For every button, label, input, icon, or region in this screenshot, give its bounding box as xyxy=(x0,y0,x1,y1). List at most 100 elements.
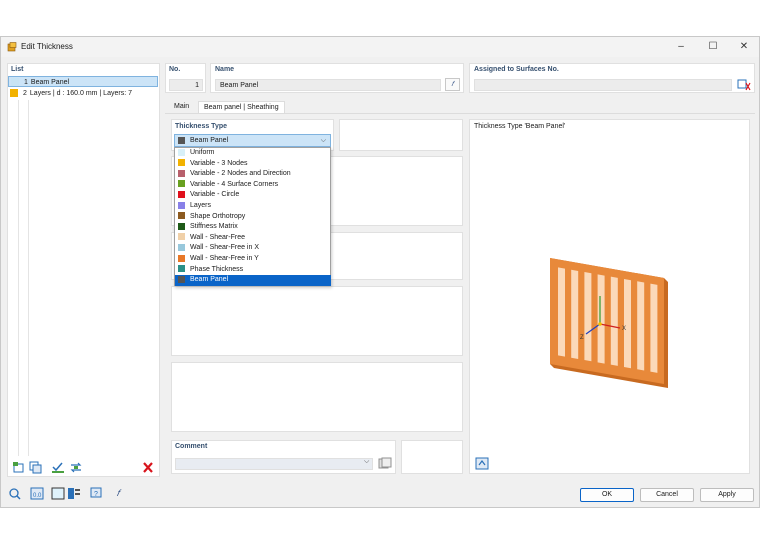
formula-edit-icon[interactable]: 𝑓 xyxy=(445,78,460,91)
panel-gap xyxy=(584,272,592,362)
tab-beam-panel-sheathing[interactable]: Beam panel | Sheathing xyxy=(198,101,285,113)
edit-thickness-dialog: Edit Thickness – ☐ ✕ List 1 Beam Panel 2 La… xyxy=(0,36,760,508)
panel-frame xyxy=(550,258,664,384)
list-item-number: 2 xyxy=(23,90,27,97)
dropdown-option[interactable]: Uniform xyxy=(175,148,331,159)
dropdown-option-swatch xyxy=(178,169,185,177)
number-field[interactable]: 1 xyxy=(169,79,203,91)
panel-gap xyxy=(624,278,631,369)
panel-gap xyxy=(571,269,579,359)
panel-gap xyxy=(597,274,605,364)
cancel-button[interactable]: Cancel xyxy=(640,488,694,502)
help-icon[interactable]: ? xyxy=(89,487,103,500)
preview-panel: Thickness Type 'Beam Panel' XZ xyxy=(469,119,750,474)
list-heading: List xyxy=(11,66,24,73)
list-item-color-swatch xyxy=(11,78,19,87)
tab-bar: Main Beam panel | Sheathing xyxy=(165,101,465,113)
axis-x-label: X xyxy=(622,326,626,332)
window-title: Edit Thickness xyxy=(21,42,73,51)
dropdown-option[interactable]: Variable - 3 Nodes xyxy=(175,159,331,170)
dropdown-option-label: Layers xyxy=(190,202,212,209)
view-rotate-icon[interactable] xyxy=(475,457,489,470)
origin-point xyxy=(598,322,602,326)
dropdown-option[interactable]: Phase Thickness xyxy=(175,265,331,276)
dropdown-option[interactable]: Beam Panel xyxy=(175,275,331,286)
dropdown-option-swatch xyxy=(178,222,185,230)
comment-library-icon[interactable] xyxy=(378,457,392,470)
comment-field[interactable] xyxy=(175,458,373,470)
dropdown-option-swatch xyxy=(178,148,185,156)
list-item-label: Beam Panel xyxy=(30,79,70,86)
assigned-panel: Assigned to Surfaces No. xyxy=(469,63,755,93)
dropdown-option-label: Variable - 2 Nodes and Direction xyxy=(190,170,291,178)
assigned-surfaces-field[interactable] xyxy=(474,79,732,91)
apply-button[interactable]: Apply xyxy=(700,488,754,502)
list-item-label: Layers | d : 160.0 mm | Layers: 7 xyxy=(29,90,132,97)
axis-z-label: Z xyxy=(580,335,584,341)
dropdown-option[interactable]: Variable - 2 Nodes and Direction xyxy=(175,169,331,180)
dropdown-option[interactable]: Variable - 4 Surface Corners xyxy=(175,180,331,191)
dropdown-option[interactable]: Wall - Shear-Free xyxy=(175,233,331,244)
list-divider xyxy=(18,100,19,456)
thickness-type-swatch xyxy=(178,136,185,144)
name-field[interactable]: Beam Panel xyxy=(215,79,441,91)
dropdown-option-label: Beam Panel xyxy=(190,276,229,284)
dropdown-option-label: Variable - 3 Nodes xyxy=(190,159,248,167)
list-item-color-swatch xyxy=(10,89,18,98)
assigned-label: Assigned to Surfaces No. xyxy=(474,66,559,73)
dropdown-option-swatch xyxy=(178,201,185,209)
list-divider xyxy=(28,100,29,456)
info-panel xyxy=(171,362,463,432)
dropdown-option-label: Shape Orthotropy xyxy=(190,212,246,220)
preview-caption: Thickness Type 'Beam Panel' xyxy=(474,123,566,130)
comment-chevron-down-icon[interactable]: ⌵ xyxy=(364,458,369,466)
copy-item-icon[interactable] xyxy=(29,461,43,474)
thickness-type-value: Beam Panel xyxy=(190,137,229,144)
name-panel: Name Beam Panel 𝑓 xyxy=(210,63,464,93)
dropdown-option-swatch xyxy=(178,254,185,262)
thickness-type-select[interactable]: Beam Panel ⌵ xyxy=(174,134,331,147)
display-properties-icon[interactable] xyxy=(67,487,81,500)
minimize-button[interactable]: – xyxy=(673,40,689,54)
settings-panel xyxy=(171,286,463,356)
panel-gap xyxy=(637,281,645,371)
tab-underline xyxy=(165,113,755,114)
dropdown-option[interactable]: Wall - Shear-Free in Y xyxy=(175,254,331,265)
check-all-icon[interactable] xyxy=(51,461,65,474)
dropdown-option[interactable]: Variable - Circle xyxy=(175,190,331,201)
list-item[interactable]: 1 Beam Panel xyxy=(8,76,158,87)
renumber-icon[interactable] xyxy=(69,461,83,474)
name-label: Name xyxy=(215,66,235,73)
beam-panel-3d-view: XZ xyxy=(550,258,668,388)
dropdown-option-label: Phase Thickness xyxy=(190,265,244,273)
tab-main[interactable]: Main xyxy=(169,101,194,113)
comment-side-panel xyxy=(401,440,463,474)
title-bar: Edit Thickness – ☐ ✕ xyxy=(1,37,759,57)
dropdown-option-swatch xyxy=(178,244,185,252)
formula-icon[interactable]: 𝑓 xyxy=(111,487,125,500)
dropdown-option[interactable]: Stiffness Matrix xyxy=(175,222,331,233)
ok-button[interactable]: OK xyxy=(580,488,634,502)
dropdown-option-swatch xyxy=(178,212,185,220)
dropdown-option-swatch xyxy=(178,265,185,273)
thickness-app-icon xyxy=(7,42,17,52)
color-box-icon[interactable] xyxy=(51,487,65,500)
select-surfaces-icon[interactable] xyxy=(737,78,751,91)
delete-icon[interactable] xyxy=(141,461,155,474)
dropdown-option-swatch xyxy=(178,180,185,188)
maximize-button[interactable]: ☐ xyxy=(705,40,721,54)
dropdown-option-swatch xyxy=(178,233,185,241)
dropdown-option[interactable]: Wall - Shear-Free in X xyxy=(175,243,331,254)
dropdown-option[interactable]: Layers xyxy=(175,201,331,212)
number-panel: No. 1 xyxy=(165,63,206,93)
new-item-icon[interactable] xyxy=(12,461,26,474)
list-item-number: 1 xyxy=(24,79,28,86)
svg-text:0.0: 0.0 xyxy=(33,493,42,499)
units-icon[interactable]: 0.0 xyxy=(30,487,44,500)
dropdown-option-label: Uniform xyxy=(190,149,215,156)
zoom-icon[interactable] xyxy=(8,487,22,500)
list-panel: List 1 Beam Panel 2 Layers | d : 160.0 mm |… xyxy=(7,63,160,477)
close-button[interactable]: ✕ xyxy=(736,40,752,54)
list-item[interactable]: 2 Layers | d : 160.0 mm | Layers: 7 xyxy=(8,88,158,99)
dropdown-option[interactable]: Shape Orthotropy xyxy=(175,212,331,223)
